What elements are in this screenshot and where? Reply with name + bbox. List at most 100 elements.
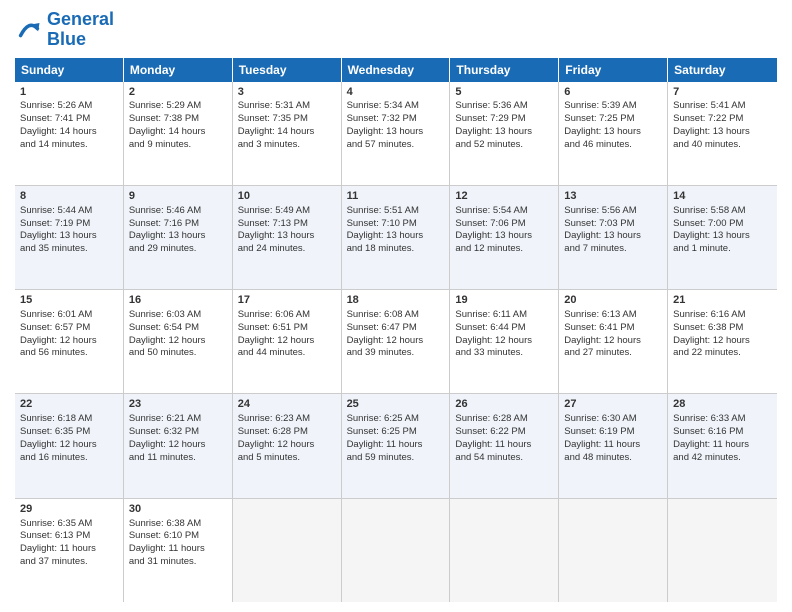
day-number: 1: [20, 85, 118, 100]
cal-cell: 24Sunrise: 6:23 AM Sunset: 6:28 PM Dayli…: [233, 394, 342, 497]
cal-cell: 15Sunrise: 6:01 AM Sunset: 6:57 PM Dayli…: [15, 290, 124, 393]
cal-cell: 27Sunrise: 6:30 AM Sunset: 6:19 PM Dayli…: [559, 394, 668, 497]
day-info: Sunrise: 5:51 AM Sunset: 7:10 PM Dayligh…: [347, 205, 445, 256]
day-number: 30: [129, 502, 227, 517]
day-number: 22: [20, 397, 118, 412]
day-number: 27: [564, 397, 662, 412]
day-info: Sunrise: 5:46 AM Sunset: 7:16 PM Dayligh…: [129, 205, 227, 256]
cal-cell: 3Sunrise: 5:31 AM Sunset: 7:35 PM Daylig…: [233, 82, 342, 185]
day-number: 10: [238, 189, 336, 204]
day-info: Sunrise: 6:28 AM Sunset: 6:22 PM Dayligh…: [455, 413, 553, 464]
day-number: 12: [455, 189, 553, 204]
calendar-row: 15Sunrise: 6:01 AM Sunset: 6:57 PM Dayli…: [15, 290, 777, 394]
day-info: Sunrise: 5:41 AM Sunset: 7:22 PM Dayligh…: [673, 100, 772, 151]
day-number: 13: [564, 189, 662, 204]
cal-cell: 16Sunrise: 6:03 AM Sunset: 6:54 PM Dayli…: [124, 290, 233, 393]
header-friday: Friday: [559, 58, 668, 82]
day-info: Sunrise: 5:49 AM Sunset: 7:13 PM Dayligh…: [238, 205, 336, 256]
day-info: Sunrise: 6:03 AM Sunset: 6:54 PM Dayligh…: [129, 309, 227, 360]
cal-cell: 9Sunrise: 5:46 AM Sunset: 7:16 PM Daylig…: [124, 186, 233, 289]
day-number: 23: [129, 397, 227, 412]
day-number: 15: [20, 293, 118, 308]
day-number: 20: [564, 293, 662, 308]
cal-cell: 14Sunrise: 5:58 AM Sunset: 7:00 PM Dayli…: [668, 186, 777, 289]
day-info: Sunrise: 5:26 AM Sunset: 7:41 PM Dayligh…: [20, 100, 118, 151]
logo: General Blue: [15, 10, 114, 50]
day-info: Sunrise: 6:33 AM Sunset: 6:16 PM Dayligh…: [673, 413, 772, 464]
calendar-header: Sunday Monday Tuesday Wednesday Thursday…: [15, 58, 777, 82]
cal-cell: 30Sunrise: 6:38 AM Sunset: 6:10 PM Dayli…: [124, 499, 233, 602]
day-number: 26: [455, 397, 553, 412]
day-info: Sunrise: 6:18 AM Sunset: 6:35 PM Dayligh…: [20, 413, 118, 464]
calendar-row: 22Sunrise: 6:18 AM Sunset: 6:35 PM Dayli…: [15, 394, 777, 498]
header-wednesday: Wednesday: [342, 58, 451, 82]
cal-cell: 20Sunrise: 6:13 AM Sunset: 6:41 PM Dayli…: [559, 290, 668, 393]
cal-cell: 8Sunrise: 5:44 AM Sunset: 7:19 PM Daylig…: [15, 186, 124, 289]
cal-cell: [668, 499, 777, 602]
day-info: Sunrise: 6:35 AM Sunset: 6:13 PM Dayligh…: [20, 518, 118, 569]
day-info: Sunrise: 5:29 AM Sunset: 7:38 PM Dayligh…: [129, 100, 227, 151]
day-number: 24: [238, 397, 336, 412]
day-number: 5: [455, 85, 553, 100]
day-info: Sunrise: 5:44 AM Sunset: 7:19 PM Dayligh…: [20, 205, 118, 256]
day-number: 19: [455, 293, 553, 308]
cal-cell: 1Sunrise: 5:26 AM Sunset: 7:41 PM Daylig…: [15, 82, 124, 185]
day-number: 9: [129, 189, 227, 204]
cal-cell: [342, 499, 451, 602]
cal-cell: 28Sunrise: 6:33 AM Sunset: 6:16 PM Dayli…: [668, 394, 777, 497]
header-saturday: Saturday: [668, 58, 777, 82]
day-number: 25: [347, 397, 445, 412]
day-number: 8: [20, 189, 118, 204]
day-info: Sunrise: 6:16 AM Sunset: 6:38 PM Dayligh…: [673, 309, 772, 360]
day-info: Sunrise: 6:01 AM Sunset: 6:57 PM Dayligh…: [20, 309, 118, 360]
cal-cell: 21Sunrise: 6:16 AM Sunset: 6:38 PM Dayli…: [668, 290, 777, 393]
day-info: Sunrise: 5:58 AM Sunset: 7:00 PM Dayligh…: [673, 205, 772, 256]
day-number: 28: [673, 397, 772, 412]
logo-text: General Blue: [47, 10, 114, 50]
day-info: Sunrise: 6:30 AM Sunset: 6:19 PM Dayligh…: [564, 413, 662, 464]
calendar-body: 1Sunrise: 5:26 AM Sunset: 7:41 PM Daylig…: [15, 82, 777, 602]
header-thursday: Thursday: [450, 58, 559, 82]
day-number: 18: [347, 293, 445, 308]
cal-cell: 17Sunrise: 6:06 AM Sunset: 6:51 PM Dayli…: [233, 290, 342, 393]
day-info: Sunrise: 5:36 AM Sunset: 7:29 PM Dayligh…: [455, 100, 553, 151]
day-info: Sunrise: 6:23 AM Sunset: 6:28 PM Dayligh…: [238, 413, 336, 464]
cal-cell: 23Sunrise: 6:21 AM Sunset: 6:32 PM Dayli…: [124, 394, 233, 497]
day-info: Sunrise: 6:08 AM Sunset: 6:47 PM Dayligh…: [347, 309, 445, 360]
calendar-row: 1Sunrise: 5:26 AM Sunset: 7:41 PM Daylig…: [15, 82, 777, 186]
cal-cell: 18Sunrise: 6:08 AM Sunset: 6:47 PM Dayli…: [342, 290, 451, 393]
day-number: 6: [564, 85, 662, 100]
day-number: 4: [347, 85, 445, 100]
cal-cell: 2Sunrise: 5:29 AM Sunset: 7:38 PM Daylig…: [124, 82, 233, 185]
logo-icon: [15, 16, 43, 44]
day-number: 14: [673, 189, 772, 204]
cal-cell: 4Sunrise: 5:34 AM Sunset: 7:32 PM Daylig…: [342, 82, 451, 185]
day-info: Sunrise: 5:39 AM Sunset: 7:25 PM Dayligh…: [564, 100, 662, 151]
day-info: Sunrise: 6:13 AM Sunset: 6:41 PM Dayligh…: [564, 309, 662, 360]
cal-cell: 12Sunrise: 5:54 AM Sunset: 7:06 PM Dayli…: [450, 186, 559, 289]
day-info: Sunrise: 6:25 AM Sunset: 6:25 PM Dayligh…: [347, 413, 445, 464]
day-number: 16: [129, 293, 227, 308]
cal-cell: [450, 499, 559, 602]
page: General Blue Sunday Monday Tuesday Wedne…: [0, 0, 792, 612]
day-info: Sunrise: 6:11 AM Sunset: 6:44 PM Dayligh…: [455, 309, 553, 360]
day-number: 29: [20, 502, 118, 517]
header-tuesday: Tuesday: [233, 58, 342, 82]
day-info: Sunrise: 5:56 AM Sunset: 7:03 PM Dayligh…: [564, 205, 662, 256]
day-info: Sunrise: 6:21 AM Sunset: 6:32 PM Dayligh…: [129, 413, 227, 464]
cal-cell: 29Sunrise: 6:35 AM Sunset: 6:13 PM Dayli…: [15, 499, 124, 602]
cal-cell: 6Sunrise: 5:39 AM Sunset: 7:25 PM Daylig…: [559, 82, 668, 185]
day-info: Sunrise: 5:31 AM Sunset: 7:35 PM Dayligh…: [238, 100, 336, 151]
cal-cell: 22Sunrise: 6:18 AM Sunset: 6:35 PM Dayli…: [15, 394, 124, 497]
day-number: 7: [673, 85, 772, 100]
cal-cell: 13Sunrise: 5:56 AM Sunset: 7:03 PM Dayli…: [559, 186, 668, 289]
day-number: 21: [673, 293, 772, 308]
day-info: Sunrise: 6:06 AM Sunset: 6:51 PM Dayligh…: [238, 309, 336, 360]
calendar-row: 8Sunrise: 5:44 AM Sunset: 7:19 PM Daylig…: [15, 186, 777, 290]
day-number: 2: [129, 85, 227, 100]
cal-cell: 11Sunrise: 5:51 AM Sunset: 7:10 PM Dayli…: [342, 186, 451, 289]
calendar-row: 29Sunrise: 6:35 AM Sunset: 6:13 PM Dayli…: [15, 499, 777, 602]
day-number: 11: [347, 189, 445, 204]
header-sunday: Sunday: [15, 58, 124, 82]
cal-cell: 5Sunrise: 5:36 AM Sunset: 7:29 PM Daylig…: [450, 82, 559, 185]
